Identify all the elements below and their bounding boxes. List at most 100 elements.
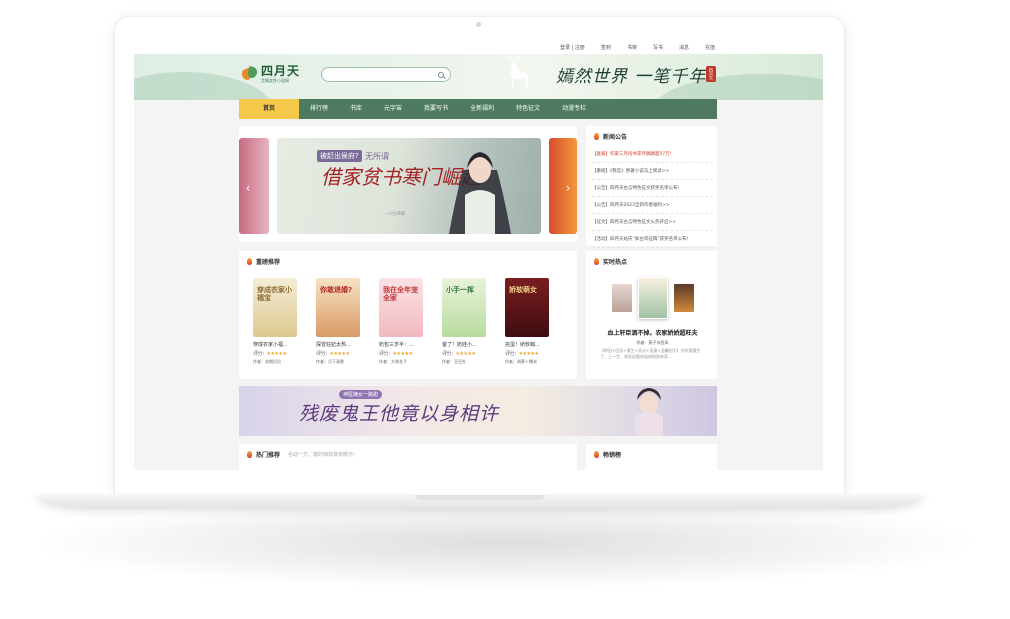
rating-stars: 评分：★★★★★: [379, 351, 413, 357]
search-box: [321, 67, 451, 82]
nav-anime[interactable]: 动漫专栏: [551, 99, 597, 119]
promo-tag: 神医嫡女一路甜: [339, 390, 383, 399]
book-card[interactable]: 我在全年宠全家 奶包三岁半：... 评分：★★★★★ 作者：大咪金子: [379, 278, 426, 365]
hot-recommend-panel: 热门推荐 名动一方、敬的咱掉真有眼光!: [239, 444, 577, 470]
cover-title: 娇软萌女: [509, 286, 537, 294]
cover-title: 你敢退婚?: [320, 286, 353, 294]
news-panel: 新闻公告 【喜报】作家三月闯书李月稿酬超57万! 【重磅】《我恋》原著小说马上阅…: [586, 126, 717, 248]
slide-tag: 无所谓: [365, 152, 389, 161]
search-icon[interactable]: [438, 71, 444, 78]
book-cover[interactable]: 小手一挥: [442, 278, 486, 337]
nav-ranking[interactable]: 排行榜: [299, 99, 339, 119]
promo-banner[interactable]: 神医嫡女一路甜 残废鬼王他竟以身相许: [239, 386, 717, 436]
bookshelf-link[interactable]: 书架: [627, 44, 637, 51]
book-author: 作者：花期迟迟: [253, 359, 281, 364]
book-card[interactable]: 娇软萌女 完蛋！娇软萌... 评分：★★★★★ 作者：胡萝卜糯米: [505, 278, 552, 365]
hot-title: 实时热点: [594, 257, 627, 266]
top-link-bar: 登录 | 注册 签到 书架 写书 消息 充值: [134, 40, 823, 54]
promo-title: 残废鬼王他竟以身相许: [299, 403, 500, 425]
book-title[interactable]: 探曾狂妃太热...: [316, 341, 363, 348]
header-banner: 四月天 言情女性小说网 嫣然世界 一笔千年 四月天: [134, 54, 823, 100]
news-panel-title: 新闻公告: [594, 132, 627, 141]
chevron-right-icon[interactable]: ›: [563, 181, 573, 195]
site-logo[interactable]: 四月天 言情女性小说网: [240, 64, 301, 83]
featured-recommend-panel: 重磅推荐 穿成农家小福宝 穿成农家小福... 评分：★★★★★ 作者：花期迟迟 …: [239, 251, 577, 379]
news-item[interactable]: 【喜报】作家三月闯书李月稿酬超57万!: [592, 146, 713, 163]
news-list: 【喜报】作家三月闯书李月稿酬超57万! 【重磅】《我恋》原著小说马上阅读>> 【…: [592, 146, 713, 248]
book-cover[interactable]: 娇软萌女: [505, 278, 549, 337]
book-title[interactable]: 穿成农家小福...: [253, 341, 300, 348]
slogan: 嫣然世界 一笔千年: [556, 67, 707, 87]
book-author: 作者：月下观歌: [316, 359, 344, 364]
chevron-left-icon[interactable]: ‹: [243, 181, 253, 195]
book-author: 作者：胡萝卜糯米: [505, 359, 537, 364]
laptop-shadow: [40, 498, 970, 588]
rating-stars: 评分：★★★★★: [442, 351, 476, 357]
book-author: 作者：豆豆外: [442, 359, 466, 364]
hot-book-description: 【种田+团宠+重生+双洁+宠妻+温馨甜文】何所看重生了，上一世，林家因重病省病刚…: [600, 348, 701, 359]
book-cover[interactable]: 我在全年宠全家: [379, 278, 423, 337]
nav-write[interactable]: 我要写书: [413, 99, 459, 119]
book-cover[interactable]: [638, 277, 668, 319]
recharge-link[interactable]: 充值: [705, 44, 715, 51]
messages-link[interactable]: 消息: [679, 44, 689, 51]
hot-recommend-title: 热门推荐 名动一方、敬的咱掉真有眼光!: [247, 450, 355, 459]
book-cover[interactable]: [674, 284, 694, 312]
book-cover[interactable]: 穿成农家小福宝: [253, 278, 297, 337]
book-author: 作者：大咪金子: [379, 359, 407, 364]
nav-home[interactable]: 首页: [239, 99, 299, 119]
news-item[interactable]: 【公告】四月天2023全新作者福利>>: [592, 197, 713, 214]
signin-link[interactable]: 签到: [601, 44, 611, 51]
nav-library[interactable]: 书库: [339, 99, 373, 119]
banner-carousel: 被赶出侯府? 无所谓 借家贫书寒门崛起 一只大草草 ‹ ›: [239, 126, 577, 242]
book-cover[interactable]: 你敢退婚?: [316, 278, 360, 337]
rating-stars: 评分：★★★★★: [505, 351, 539, 357]
recommend-title: 重磅推荐: [247, 257, 280, 266]
write-link[interactable]: 写书: [653, 44, 663, 51]
webcam: [476, 22, 481, 27]
bestseller-panel: 畅销榜: [586, 444, 717, 470]
news-item[interactable]: 【活动】四月天站庆“疯古风征稿”获奖名单公布!: [592, 231, 713, 248]
nav-contest[interactable]: 特色征文: [505, 99, 551, 119]
seal-stamp: 四月天: [706, 66, 716, 82]
hot-topics-panel: 实时热点 血上轩臣酒不掉。农家娇娇超旺夫 作者：燕子冰西风 【种田+团宠+重生+…: [586, 251, 717, 379]
screen: 登录 | 注册 签到 书架 写书 消息 充值 四月天 言情女性小说网 嫣然世界 …: [134, 40, 823, 470]
hot-book-covers: [608, 277, 698, 321]
book-title[interactable]: 奶包三岁半：...: [379, 341, 426, 348]
flame-icon: [247, 258, 252, 265]
hot-book-author: 作者：燕子冰西风: [636, 340, 669, 345]
book-card[interactable]: 穿成农家小福宝 穿成农家小福... 评分：★★★★★ 作者：花期迟迟: [253, 278, 300, 365]
nav-metaverse[interactable]: 元宇宙: [373, 99, 413, 119]
flame-icon: [594, 258, 599, 265]
book-title[interactable]: 爸了！奶娃小...: [442, 341, 489, 348]
character-illustration: [635, 388, 663, 436]
book-cover[interactable]: [612, 284, 632, 312]
book-list: 穿成农家小福宝 穿成农家小福... 评分：★★★★★ 作者：花期迟迟 你敢退婚?…: [253, 278, 552, 365]
news-item[interactable]: 【公告】四月天古言特色征文获奖名单公布!: [592, 180, 713, 197]
flame-icon: [247, 451, 252, 458]
nav-benefits[interactable]: 全新福利: [459, 99, 505, 119]
slide-author: 一只大草草: [385, 211, 405, 216]
hot-book-title[interactable]: 血上轩臣酒不掉。农家娇娇超旺夫: [592, 328, 713, 337]
logo-leaf-icon: [240, 66, 259, 82]
book-card[interactable]: 你敢退婚? 探曾狂妃太热... 评分：★★★★★ 作者：月下观歌: [316, 278, 363, 365]
cover-title: 我在全年宠全家: [383, 286, 418, 302]
flame-icon: [594, 133, 599, 140]
cover-title: 小手一挥: [446, 286, 474, 294]
news-item[interactable]: 【征文】四月天古言特色征文火热开启>>: [592, 214, 713, 231]
flame-icon: [594, 451, 599, 458]
news-item[interactable]: 【重磅】《我恋》原著小说马上阅读>>: [592, 163, 713, 180]
book-card[interactable]: 小手一挥 爸了！奶娃小... 评分：★★★★★ 作者：豆豆外: [442, 278, 489, 365]
search-input[interactable]: [328, 69, 428, 80]
login-register-link[interactable]: 登录 | 注册: [560, 44, 585, 51]
current-slide[interactable]: 被赶出侯府? 无所谓 借家贫书寒门崛起 一只大草草: [277, 138, 541, 234]
slide-tag: 被赶出侯府?: [317, 150, 362, 162]
bestseller-title: 畅销榜: [594, 450, 621, 459]
hot-recommend-subtitle: 名动一方、敬的咱掉真有眼光!: [288, 452, 356, 458]
character-illustration: [449, 152, 511, 234]
main-nav: 首页 排行榜 书库 元宇宙 我要写书 全新福利 特色征文 动漫专栏: [239, 99, 717, 119]
rating-stars: 评分：★★★★★: [316, 351, 350, 357]
logo-name: 四月天: [261, 64, 301, 78]
book-title[interactable]: 完蛋！娇软萌...: [505, 341, 552, 348]
rating-stars: 评分：★★★★★: [253, 351, 287, 357]
